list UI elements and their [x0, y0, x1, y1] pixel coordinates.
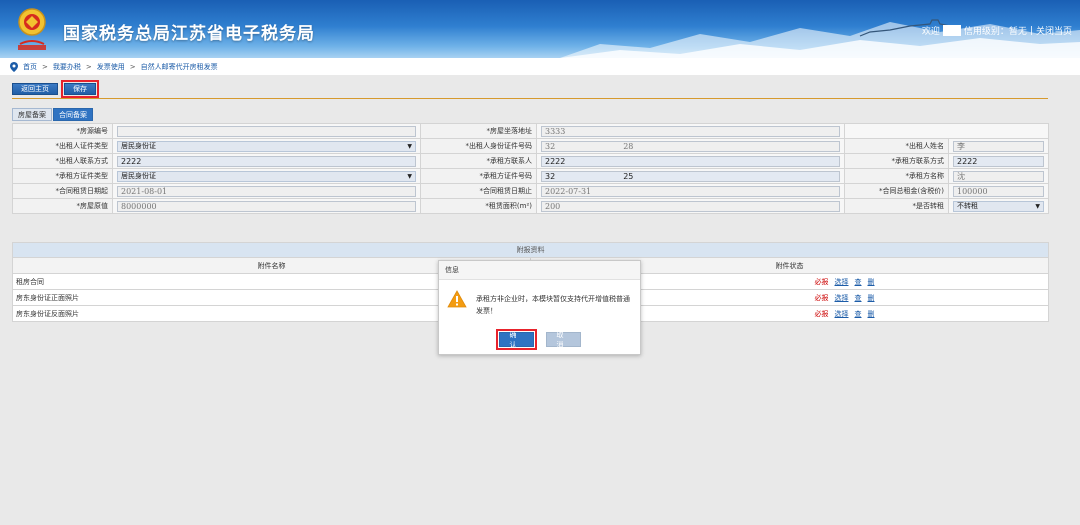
dialog-message: 承租方非企业时，本模块暂仅支持代开增值税普通发票！: [476, 295, 630, 315]
delete-file-link[interactable]: 删: [868, 293, 875, 303]
form-row: *承租方证件类型 居民身份证 ▼ *承租方证件号码 32 25 *承租方名称 沈: [12, 168, 1049, 184]
attachments-title: 附报资料: [12, 242, 1049, 258]
required-badge: 必报: [814, 277, 829, 286]
view-file-link[interactable]: 查: [855, 277, 862, 287]
label-lease-end-date: *合同租赁日期止: [420, 183, 537, 199]
sublease-value: 不转租: [957, 202, 978, 210]
dialog-title: 信息: [439, 261, 640, 280]
label-lessor-id-number: *出租人身份证件号码: [420, 138, 537, 154]
breadcrumb-invoice-use[interactable]: 发票使用: [97, 62, 125, 72]
location-pin-icon: [10, 61, 18, 72]
required-badge: 必报: [814, 293, 829, 302]
breadcrumb-home[interactable]: 首页: [23, 62, 37, 72]
lessee-id-number-field[interactable]: 32 25: [541, 170, 840, 182]
back-home-button[interactable]: 返回主页: [12, 83, 58, 95]
info-dialog: 信息 承租方非企业时，本模块暂仅支持代开增值税普通发票！ 确认 取消: [438, 260, 641, 355]
breadcrumb: 首页 > 我要办税 > 发票使用 > 自然人邮寄代开房租发票: [0, 58, 1080, 75]
dialog-body: 承租方非企业时，本模块暂仅支持代开增值税普通发票！: [439, 280, 640, 330]
lessee-name-field[interactable]: 沈: [953, 170, 1044, 182]
lessee-contact-field[interactable]: 2222: [953, 155, 1044, 167]
view-file-link[interactable]: 查: [855, 293, 862, 303]
dropdown-arrow-icon: ▼: [407, 172, 412, 180]
label-house-id: *房源编号: [12, 123, 113, 139]
breadcrumb-current: 自然人邮寄代开房租发票: [140, 62, 218, 71]
user-name-box: [942, 25, 961, 36]
lessor-contact-field[interactable]: 2222: [117, 155, 416, 167]
credit-level: 信用级别：暂无: [963, 27, 1027, 37]
select-file-link[interactable]: 选择: [835, 293, 849, 303]
sublease-select[interactable]: 不转租 ▼: [953, 200, 1044, 212]
dialog-buttons: 确认 取消: [439, 329, 640, 350]
cancel-button[interactable]: 取消: [545, 331, 581, 349]
lessor-id-type-select[interactable]: 居民身份证 ▼: [117, 140, 416, 152]
toolbar: 返回主页 保存: [12, 80, 99, 98]
label-lease-start-date: *合同租赁日期起: [12, 183, 113, 199]
view-file-link[interactable]: 查: [855, 309, 862, 319]
required-badge: 必报: [814, 309, 829, 318]
delete-file-link[interactable]: 删: [868, 277, 875, 287]
header-divider: |: [1029, 25, 1033, 36]
lessee-contact-person-field[interactable]: 2222: [541, 155, 840, 167]
label-lessee-id-type: *承租方证件类型: [12, 168, 113, 184]
house-id-field[interactable]: [117, 125, 416, 137]
tab-house-filing[interactable]: 房屋备案: [12, 108, 52, 121]
label-lessor-name: *出租人姓名: [844, 138, 949, 154]
lessor-name-field[interactable]: 李: [953, 140, 1044, 152]
label-total-rent: *合同总租金(含税价): [844, 183, 949, 199]
total-rent-field[interactable]: 100000: [953, 185, 1044, 197]
dropdown-arrow-icon: ▼: [1035, 202, 1040, 210]
house-original-value-field[interactable]: 8000000: [117, 200, 416, 212]
lease-end-date-field[interactable]: 2022-07-31: [541, 185, 840, 197]
form-row: *出租人联系方式 2222 *承租方联系人 2222 *承租方联系方式 2222: [12, 153, 1049, 169]
lessor-id-type-value: 居民身份证: [121, 142, 156, 150]
dropdown-arrow-icon: ▼: [407, 142, 412, 150]
lease-area-field[interactable]: 200: [541, 200, 840, 212]
label-lessee-name: *承租方名称: [844, 168, 949, 184]
label-lessor-id-type: *出租人证件类型: [12, 138, 113, 154]
site-title: 国家税务总局江苏省电子税务局: [63, 24, 315, 44]
label-lessor-contact: *出租人联系方式: [12, 153, 113, 169]
label-lessee-contact-person: *承租方联系人: [420, 153, 537, 169]
lease-start-date-field[interactable]: 2021-08-01: [117, 185, 416, 197]
form-row: *出租人证件类型 居民身份证 ▼ *出租人身份证件号码 32 28 *出租人姓名 …: [12, 138, 1049, 154]
user-bar: 欢迎 信用级别：暂无 | 关闭当页: [922, 24, 1072, 37]
close-page-link[interactable]: 关闭当页: [1036, 24, 1072, 37]
warning-icon: [447, 290, 467, 308]
label-lessee-id-number: *承租方证件号码: [420, 168, 537, 184]
toolbar-divider: [12, 98, 1048, 99]
tab-contract-filing[interactable]: 合同备案: [53, 108, 93, 121]
label-house-address: *房屋坐落地址: [420, 123, 537, 139]
select-file-link[interactable]: 选择: [835, 309, 849, 319]
form-row: *房屋原值 8000000 *租赁面积(m²) 200 *是否转租 不转租 ▼: [12, 198, 1049, 214]
breadcrumb-separator: >: [129, 62, 136, 71]
contract-form: *房源编号 *房屋坐落地址 3333 *出租人证件类型 居民身份证 ▼ *出租人…: [12, 123, 1049, 214]
form-row: *合同租赁日期起 2021-08-01 *合同租赁日期止 2022-07-31 …: [12, 183, 1049, 199]
confirm-button[interactable]: 确认: [495, 329, 537, 350]
delete-file-link[interactable]: 删: [868, 309, 875, 319]
lessee-id-type-value: 居民身份证: [121, 172, 156, 180]
lessee-id-type-select[interactable]: 居民身份证 ▼: [117, 170, 416, 182]
form-row: *房源编号 *房屋坐落地址 3333: [12, 123, 1049, 139]
breadcrumb-tax-service[interactable]: 我要办税: [53, 62, 81, 72]
label-sublease: *是否转租: [844, 198, 949, 214]
breadcrumb-separator: >: [85, 62, 92, 71]
lessor-id-number-field[interactable]: 32 28: [541, 140, 840, 152]
breadcrumb-separator: >: [42, 62, 48, 71]
welcome-text: 欢迎: [921, 27, 940, 37]
tax-emblem-logo: [18, 8, 46, 50]
tab-bar: 房屋备案 合同备案: [12, 108, 93, 121]
label-lease-area: *租赁面积(m²): [420, 198, 537, 214]
select-file-link[interactable]: 选择: [835, 277, 849, 287]
label-lessee-contact: *承租方联系方式: [844, 153, 949, 169]
house-address-field[interactable]: 3333: [541, 125, 840, 137]
top-banner: 国家税务总局江苏省电子税务局 欢迎 信用级别：暂无 | 关闭当页: [0, 0, 1080, 58]
label-house-original-value: *房屋原值: [12, 198, 113, 214]
save-button[interactable]: 保存: [61, 80, 99, 98]
